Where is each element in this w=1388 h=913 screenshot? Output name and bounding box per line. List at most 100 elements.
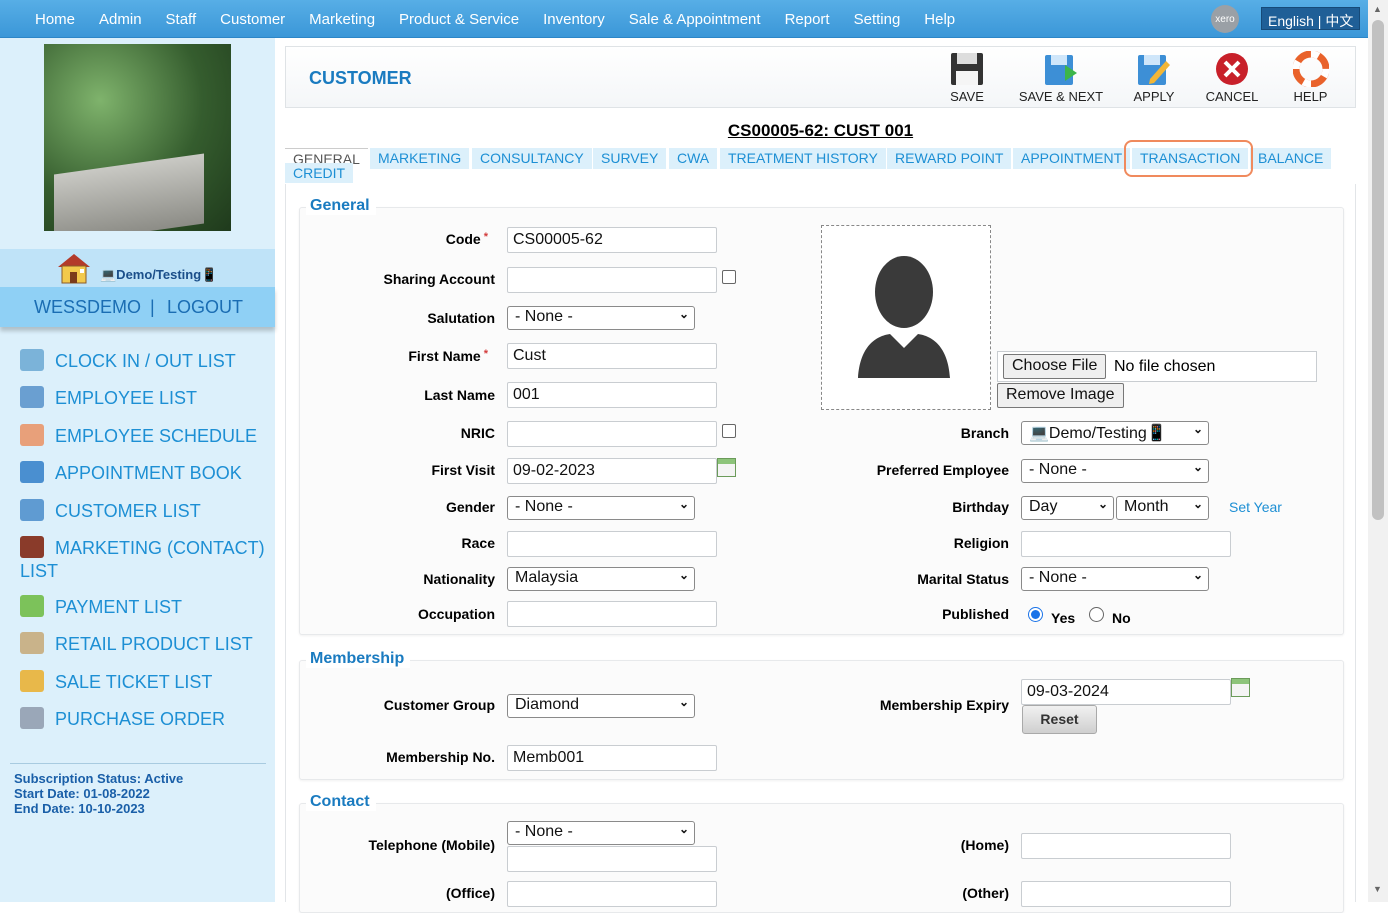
payment-icon [20, 595, 44, 617]
branch-select[interactable]: 💻Demo/Testing📱 ⌄ [1021, 421, 1209, 445]
birthday-month-select[interactable]: Month ⌄ [1116, 496, 1209, 520]
nav-customer[interactable]: Customer [208, 11, 297, 28]
photo-file-input[interactable]: Choose File No file chosen [997, 351, 1317, 382]
tab-reward-point[interactable]: REWARD POINT [887, 148, 1012, 169]
nav-report[interactable]: Report [773, 11, 842, 28]
nav-staff[interactable]: Staff [154, 11, 209, 28]
help-label: HELP [1293, 89, 1328, 104]
tab-treatment-history[interactable]: TREATMENT HISTORY [720, 148, 886, 169]
telephone-home-label: (Home) [960, 837, 1009, 853]
customer-group-select[interactable]: Diamond ⌄ [507, 694, 695, 718]
chevron-down-icon: ⌄ [678, 822, 689, 836]
menu-marketing-contact-list[interactable]: MARKETING (CONTACT) LIST [20, 536, 270, 583]
remove-image-button[interactable]: Remove Image [997, 383, 1124, 408]
published-yes-radio[interactable] [1028, 607, 1043, 622]
birthday-day-select[interactable]: Day ⌄ [1021, 496, 1114, 520]
sharing-account-input[interactable] [507, 267, 717, 293]
nav-product-service[interactable]: Product & Service [387, 11, 531, 28]
nav-home[interactable]: Home [23, 11, 87, 28]
tab-marketing[interactable]: MARKETING [370, 148, 470, 169]
gender-select[interactable]: - None - ⌄ [507, 496, 695, 520]
published-no-radio[interactable] [1089, 607, 1104, 622]
preferred-employee-select[interactable]: - None - ⌄ [1021, 459, 1209, 483]
menu-customer-list[interactable]: CUSTOMER LIST [20, 499, 270, 523]
menu-purchase-order[interactable]: PURCHASE ORDER [20, 707, 270, 731]
nric-checkbox[interactable] [722, 424, 736, 438]
help-button[interactable]: HELP [1288, 51, 1333, 104]
choose-file-button[interactable]: Choose File [1003, 354, 1107, 379]
tab-appointment[interactable]: APPOINTMENT [1013, 148, 1131, 169]
sale-ticket-icon [20, 670, 44, 692]
membership-expiry-calendar-icon[interactable] [1231, 678, 1250, 697]
menu-employee-list[interactable]: EMPLOYEE LIST [20, 386, 270, 410]
nric-input[interactable] [507, 421, 717, 447]
language-switch[interactable]: English | 中文 [1261, 7, 1361, 30]
membership-expiry-label: Membership Expiry [879, 697, 1009, 713]
religion-input[interactable] [1021, 531, 1231, 557]
scrollbar-thumb[interactable] [1372, 20, 1384, 520]
marketing-book-icon [20, 536, 44, 558]
username-link[interactable]: WESSDEMO [34, 297, 141, 318]
cancel-x-icon [1216, 53, 1248, 85]
menu-retail-product-list[interactable]: RETAIL PRODUCT LIST [20, 632, 270, 656]
xero-icon[interactable]: xero [1211, 5, 1239, 33]
chevron-down-icon: ⌄ [678, 307, 689, 321]
apply-button[interactable]: APPLY [1129, 51, 1179, 104]
nav-admin[interactable]: Admin [87, 11, 154, 28]
save-next-button[interactable]: SAVE & NEXT [1016, 51, 1106, 104]
marital-status-select[interactable]: - None - ⌄ [1021, 567, 1209, 591]
scroll-up-arrow-icon[interactable]: ▲ [1373, 4, 1382, 14]
first-visit-calendar-icon[interactable] [717, 458, 736, 477]
set-year-link[interactable]: Set Year [1229, 499, 1282, 515]
menu-clock-in-out[interactable]: CLOCK IN / OUT LIST [20, 349, 270, 373]
race-input[interactable] [507, 531, 717, 557]
occupation-input[interactable] [507, 601, 717, 627]
telephone-mobile-input[interactable] [507, 846, 717, 872]
tab-credit[interactable]: CREDIT [285, 163, 354, 183]
appointment-icon [20, 461, 44, 483]
cancel-button[interactable]: CANCEL [1204, 51, 1260, 104]
menu-employee-schedule[interactable]: EMPLOYEE SCHEDULE [20, 424, 270, 448]
product-box-icon [20, 632, 44, 654]
salutation-select[interactable]: - None - ⌄ [507, 306, 695, 330]
nric-label: NRIC [460, 425, 495, 441]
tab-balance[interactable]: BALANCE [1250, 148, 1332, 169]
menu-sale-ticket-list[interactable]: SALE TICKET LIST [20, 670, 270, 694]
page-scrollbar[interactable]: ▲ ▼ [1368, 0, 1388, 902]
tab-cwa[interactable]: CWA [669, 148, 718, 169]
code-input[interactable] [507, 227, 717, 253]
sidebar-divider [10, 763, 266, 764]
last-name-input[interactable] [507, 382, 717, 408]
first-name-input[interactable] [507, 343, 717, 369]
mobile-country-select[interactable]: - None - ⌄ [507, 821, 695, 845]
sharing-account-checkbox[interactable] [722, 270, 736, 284]
gender-label: Gender [445, 499, 495, 515]
no-file-chosen-text: No file chosen [1114, 358, 1216, 375]
nav-setting[interactable]: Setting [842, 11, 913, 28]
tab-survey[interactable]: SURVEY [593, 148, 667, 169]
telephone-home-input[interactable] [1021, 833, 1231, 859]
menu-appointment-book[interactable]: APPOINTMENT BOOK [20, 461, 270, 485]
home-house-icon[interactable] [54, 251, 94, 285]
membership-reset-button[interactable]: Reset [1022, 705, 1097, 734]
subscription-info: Subscription Status: Active Start Date: … [14, 771, 183, 816]
nationality-select[interactable]: Malaysia ⌄ [507, 567, 695, 591]
floppy-disk-icon [951, 53, 983, 85]
nav-marketing[interactable]: Marketing [297, 11, 387, 28]
nav-sale-appointment[interactable]: Sale & Appointment [617, 11, 773, 28]
telephone-mobile-label: Telephone (Mobile) [368, 837, 495, 853]
membership-number-input[interactable] [507, 745, 717, 771]
logout-link[interactable]: LOGOUT [167, 297, 243, 318]
telephone-other-input[interactable] [1021, 881, 1231, 907]
membership-expiry-input[interactable] [1021, 679, 1231, 705]
menu-payment-list[interactable]: PAYMENT LIST [20, 595, 270, 619]
nav-help[interactable]: Help [912, 11, 967, 28]
first-visit-input[interactable] [507, 458, 717, 484]
chevron-down-icon: ⌄ [1192, 568, 1203, 582]
telephone-office-input[interactable] [507, 881, 717, 907]
tab-consultancy[interactable]: CONSULTANCY [472, 148, 592, 169]
birthday-month-value: Month [1124, 498, 1169, 515]
nav-inventory[interactable]: Inventory [531, 11, 617, 28]
scroll-down-arrow-icon[interactable]: ▼ [1373, 884, 1382, 894]
save-button[interactable]: SAVE [941, 51, 993, 104]
